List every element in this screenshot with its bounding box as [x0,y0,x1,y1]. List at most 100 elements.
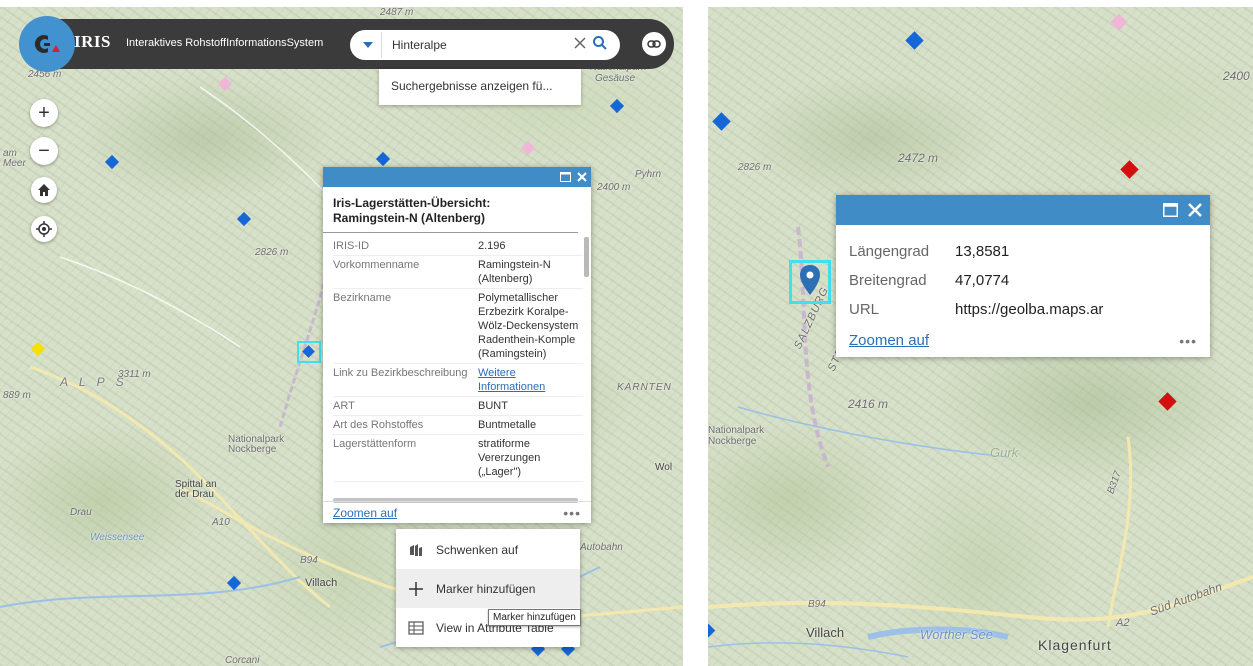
table-row: URL https://geolba.maps.ar [849,295,1103,324]
attribute-value: https://geolba.maps.ar [955,301,1104,318]
map-label-place: Wol [655,462,673,473]
map-label-city: Villach [806,625,845,640]
maximize-icon[interactable] [560,172,571,182]
ellipsis-icon[interactable]: ••• [1179,333,1197,349]
deposit-marker[interactable] [302,345,315,358]
menu-item-pan-to[interactable]: Schwenken auf [396,530,580,569]
map-label-road: A10 [212,517,230,528]
popup-vertical-scrollbar[interactable] [584,237,589,277]
map-label-lake: Worther See [920,627,993,642]
popup-title: Iris-Lagerstätten-Übersicht: Ramingstein… [323,187,578,233]
map-label-elevation: 2400 [1223,69,1250,83]
iris-logo-icon [34,35,60,53]
map-label-city: Klagenfurt [1038,637,1112,653]
share-link-button[interactable] [642,32,666,56]
add-marker-icon [409,581,423,596]
zoom-in-button[interactable]: + [30,99,58,127]
table-row: IRIS-ID 2.196 [333,237,583,256]
menu-item-add-marker[interactable]: Marker hinzufügen [396,569,580,608]
ellipsis-icon[interactable]: ••• [563,505,581,521]
minus-icon: − [38,139,50,162]
table-row: ART BUNT [333,397,583,416]
zoom-out-button[interactable]: − [30,137,58,165]
placed-marker-highlight[interactable] [789,260,831,304]
map-label-road: B94 [300,555,318,566]
map-label-lake: Weissensee [90,532,145,543]
attribute-value: stratiforme Vererzungen („Lager") [478,438,541,478]
maximize-icon[interactable] [1163,203,1178,217]
map-label-elevation: 2826 m [255,247,289,258]
table-row: Breitengrad 47,0774 [849,266,1103,295]
map-label-park: Nationalpark Nockberge [708,425,765,447]
clear-icon [574,37,586,49]
popup-action-menu: Schwenken auf Marker hinzufügen View in … [396,529,580,647]
map-label-region: KARNTEN [617,382,672,393]
attribute-key: Lagerstättenform [333,438,417,450]
map-label-elevation: 2416 m [848,397,889,411]
attribute-table: IRIS-ID 2.196 Vorkommenname Ramingstein-… [333,237,583,482]
tooltip: Marker hinzufügen [488,609,581,626]
map-label-elevation: 2472 m [898,151,939,165]
map-label-elevation: 889 m [3,390,31,401]
coordinate-popup: Längengrad 13,8581 Breitengrad 47,0774 U… [836,195,1210,357]
table-row: Lagerstättenform stratiforme Vererzungen… [333,435,583,482]
plus-icon: + [38,101,50,124]
attribute-key: IRIS-ID [333,240,370,252]
iris-logo[interactable] [19,16,75,72]
attribute-key: URL [849,301,880,318]
table-row: Link zu Bezirkbeschreibung Weitere Infor… [333,364,583,397]
map-label-city: Spittal an der Drau [175,479,217,500]
locate-icon [36,221,52,237]
app-subtitle: Interaktives RohstoffInformationsSystem [126,37,324,49]
app-header: IRIS Interaktives RohstoffInformationsSy… [19,16,674,72]
table-row: Vorkommenname Ramingstein-N (Altenberg) [333,256,583,289]
selected-feature-highlight[interactable] [297,341,321,363]
home-icon [38,184,50,196]
table-row: Art des Rohstoffes Buntmetalle [333,416,583,435]
attribute-key: Vorkommenname [333,259,420,271]
attribute-key: Art des Rohstoffes [333,419,424,431]
map-label-road: Autobahn [580,542,623,553]
locate-button[interactable] [31,216,57,242]
table-row: Bezirkname Polymetallischer Erzbezirk Ko… [333,289,583,364]
link-icon [647,40,661,48]
attribute-value: Buntmetalle [478,419,537,431]
map-pin-icon [800,265,820,295]
map-label-elevation: 2487 m [380,7,414,18]
menu-item-label: Marker hinzufügen [436,581,536,596]
map-label-park: Nationalpark Nockberge [228,434,285,455]
clear-search-button[interactable] [574,36,586,54]
more-info-link[interactable]: Weitere Informationen [478,367,545,393]
attribute-key: ART [333,400,355,412]
map-label-place: Gesäuse [595,73,636,84]
map-label-river: Gurk [990,445,1019,460]
map-panel-left[interactable]: 2487 m 2456 m am Meer 2826 m 2400 m Pyhr… [0,7,683,666]
app-name: IRIS [74,32,111,51]
attribute-value: BUNT [478,400,508,412]
coordinate-table: Längengrad 13,8581 Breitengrad 47,0774 U… [849,237,1103,324]
map-label-elevation: 3311 m [118,369,151,380]
search-box [350,30,620,60]
search-icon [593,36,607,50]
map-label-place: Corcani [225,655,260,666]
search-suggestion-item[interactable]: Suchergebnisse anzeigen fü... [379,69,581,105]
map-label-road: A2 [1116,617,1130,629]
map-label-city: Villach [305,577,338,589]
search-button[interactable] [592,35,608,56]
close-icon[interactable] [577,172,587,182]
zoom-to-link[interactable]: Zoomen auf [849,332,929,349]
search-source-dropdown[interactable] [354,32,382,58]
map-label-place: am Meer [3,148,26,169]
close-icon[interactable] [1188,203,1202,217]
map-label-road: B94 [808,599,826,610]
feature-popup: Iris-Lagerstätten-Übersicht: Ramingstein… [323,167,591,523]
home-button[interactable] [31,177,57,203]
zoom-to-link[interactable]: Zoomen auf [333,506,397,520]
map-label-place: Pyhrn [635,169,662,180]
attribute-value: 2.196 [478,240,506,252]
popup-titlebar [323,167,591,187]
search-input[interactable] [392,38,552,52]
popup-footer: Zoomen auf ••• [323,501,591,523]
popup-titlebar [836,195,1210,225]
attribute-value: Polymetallischer Erzbezirk Koralpe-Wölz-… [478,292,579,360]
